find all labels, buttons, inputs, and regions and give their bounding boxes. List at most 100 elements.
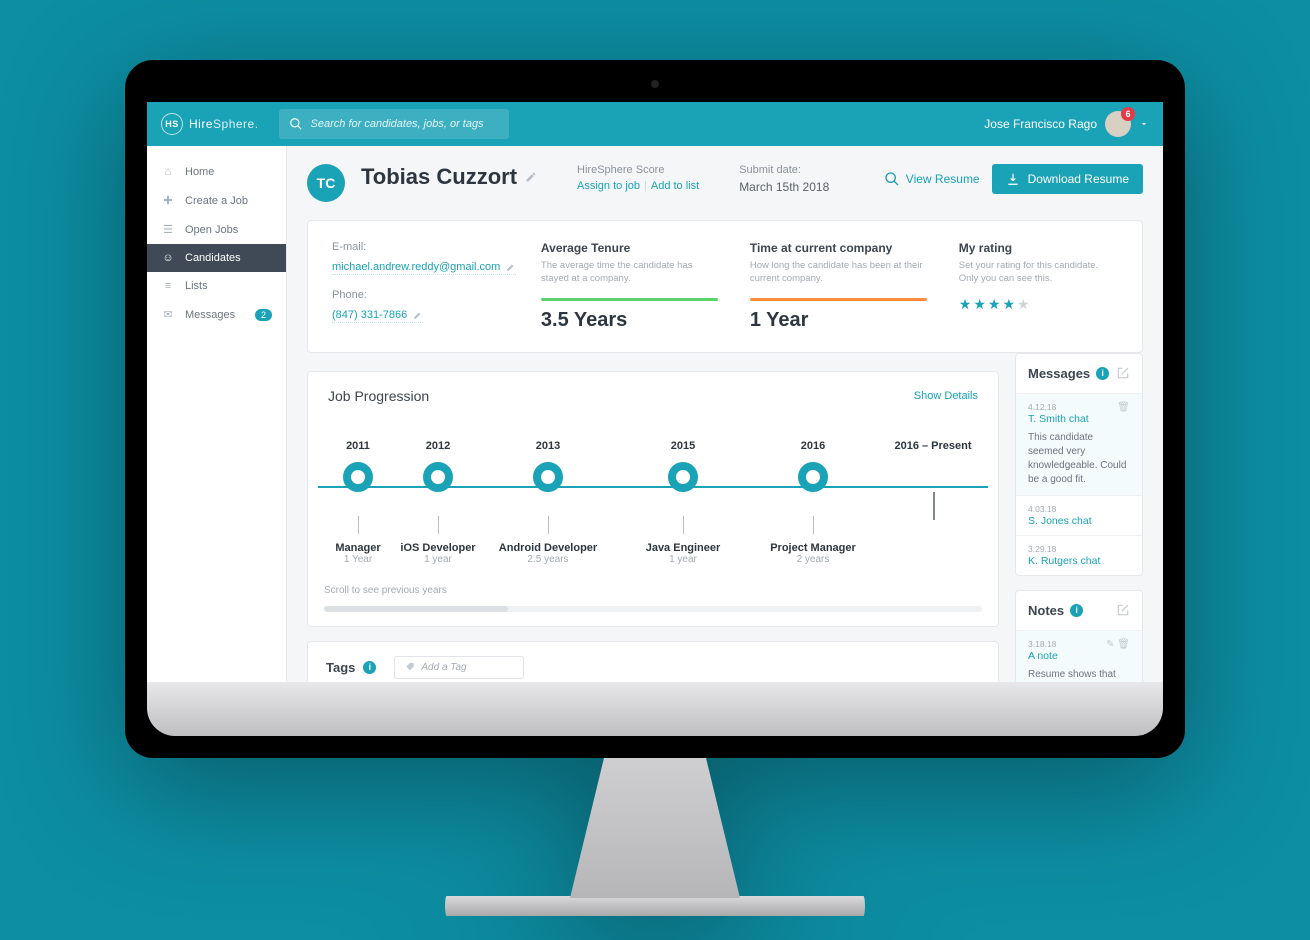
timeline-dot bbox=[668, 462, 698, 492]
show-details-link[interactable]: Show Details bbox=[914, 390, 978, 402]
avatar[interactable]: 6 bbox=[1105, 111, 1131, 137]
timeline-node[interactable]: 2016 Project Manager 2 years bbox=[748, 440, 878, 565]
timeline-scrollbar[interactable] bbox=[324, 606, 982, 612]
email-value[interactable]: michael.andrew.reddy@gmail.com bbox=[332, 261, 500, 273]
tag-icon bbox=[405, 662, 415, 672]
timeline-duration: 1 Year bbox=[318, 554, 398, 565]
user-name[interactable]: Jose Francisco Rago bbox=[984, 117, 1097, 131]
monitor-frame: HS HireSphere. Jose Francisco Rago 6 bbox=[125, 60, 1185, 916]
timeline-dot bbox=[533, 462, 563, 492]
chevron-down-icon[interactable] bbox=[1139, 119, 1149, 129]
person-icon: ☺ bbox=[161, 252, 175, 264]
timeline[interactable]: 2011 Manager 1 Year2012 iOS Developer 1 … bbox=[308, 420, 998, 575]
item-title: A note bbox=[1028, 650, 1130, 662]
sidebar-item-create-job[interactable]: ✚Create a Job bbox=[147, 186, 286, 215]
mail-icon: ✉ bbox=[161, 308, 175, 321]
compose-icon[interactable] bbox=[1116, 603, 1130, 617]
sidebar-item-label: Lists bbox=[185, 280, 208, 292]
sidebar-item-home[interactable]: ⌂ Home bbox=[147, 158, 286, 186]
timeline-year: 2011 bbox=[318, 440, 398, 452]
list-item[interactable]: 🗑4.12.18 T. Smith chat This candidate se… bbox=[1016, 393, 1142, 495]
sidebar-item-candidates[interactable]: ☺ Candidates bbox=[147, 244, 286, 272]
timeline-year: 2013 bbox=[478, 440, 618, 452]
main-content: TC Tobias Cuzzort HireSphere Score Assig… bbox=[287, 146, 1163, 682]
search-icon bbox=[289, 117, 303, 131]
candidate-name: Tobias Cuzzort bbox=[361, 164, 517, 190]
tenure-sub: The average time the candidate has staye… bbox=[541, 259, 718, 286]
sidebar-item-label: Home bbox=[185, 166, 214, 178]
timeline-role: Android Developer bbox=[478, 542, 618, 554]
file-icon: ☰ bbox=[161, 223, 175, 236]
item-body: This candidate seemed very knowledgeable… bbox=[1028, 431, 1130, 487]
info-icon[interactable]: i bbox=[363, 661, 376, 674]
submit-date-label: Submit date: bbox=[739, 164, 829, 176]
messages-count-badge: 2 bbox=[255, 309, 272, 321]
search-box[interactable] bbox=[279, 109, 509, 139]
star-icon[interactable]: ★ bbox=[1017, 296, 1030, 313]
star-icon[interactable]: ★ bbox=[1002, 296, 1015, 313]
current-bar bbox=[750, 298, 927, 301]
search-input[interactable] bbox=[311, 118, 499, 130]
sidebar-item-lists[interactable]: ≡ Lists bbox=[147, 272, 286, 300]
rating-title: My rating bbox=[959, 241, 1118, 255]
home-icon: ⌂ bbox=[161, 166, 175, 178]
star-icon[interactable]: ★ bbox=[988, 296, 1001, 313]
timeline-node[interactable]: 2013 Android Developer 2.5 years bbox=[478, 440, 618, 565]
edit-icon[interactable] bbox=[413, 310, 423, 320]
sidebar-item-label: Candidates bbox=[185, 252, 241, 264]
timeline-role: Java Engineer bbox=[618, 542, 748, 554]
timeline-node[interactable]: 2011 Manager 1 Year bbox=[318, 440, 398, 565]
add-to-list-link[interactable]: Add to list bbox=[651, 180, 699, 192]
tenure-value: 3.5 Years bbox=[541, 309, 718, 332]
star-icon[interactable]: ★ bbox=[959, 296, 972, 313]
info-icon[interactable]: i bbox=[1096, 367, 1109, 380]
item-date: 4.12.18 bbox=[1028, 402, 1130, 412]
rating-sub: Set your rating for this candidate. Only… bbox=[959, 259, 1118, 286]
list-item[interactable]: 3.29.18 K. Rutgers chat bbox=[1016, 535, 1142, 575]
sidebar-item-label: Messages bbox=[185, 309, 235, 321]
compose-icon[interactable] bbox=[1116, 366, 1130, 380]
scroll-hint: Scroll to see previous years bbox=[308, 575, 998, 606]
delete-icon[interactable]: 🗑 bbox=[1117, 402, 1130, 413]
candidate-initials: TC bbox=[307, 164, 345, 202]
timeline-node[interactable]: 2012 iOS Developer 1 year bbox=[398, 440, 478, 565]
list-item[interactable]: ✎ 🗑3.18.18 A note Resume shows that the … bbox=[1016, 630, 1142, 682]
timeline-year: 2012 bbox=[398, 440, 478, 452]
timeline-end-label: 2016 – Present bbox=[878, 440, 988, 452]
info-icon[interactable]: i bbox=[1070, 604, 1083, 617]
notes-panel: Notes i ✎ 🗑3.18.18 A note Resume shows t… bbox=[1015, 590, 1143, 682]
view-resume-link[interactable]: View Resume bbox=[884, 171, 980, 187]
assign-to-job-link[interactable]: Assign to job bbox=[577, 180, 640, 192]
edit-icon[interactable] bbox=[506, 262, 516, 272]
candidate-info-card: E-mail: michael.andrew.reddy@gmail.com P… bbox=[307, 220, 1143, 353]
logo[interactable]: HS HireSphere. bbox=[161, 113, 259, 135]
star-icon[interactable]: ★ bbox=[973, 296, 986, 313]
current-value: 1 Year bbox=[750, 309, 927, 332]
add-tag-input[interactable]: Add a Tag bbox=[394, 656, 524, 679]
current-sub: How long the candidate has been at their… bbox=[750, 259, 927, 286]
sidebar: ⌂ Home ✚Create a Job ☰ Open Jobs ☺ Candidat… bbox=[147, 146, 287, 682]
messages-title: Messages bbox=[1028, 366, 1090, 381]
app-screen: HS HireSphere. Jose Francisco Rago 6 bbox=[147, 102, 1163, 682]
tags-card: Tags i Add a Tag developerjavaandroidman… bbox=[307, 641, 999, 682]
sidebar-item-messages[interactable]: ✉ Messages 2 bbox=[147, 300, 286, 329]
brand-a: Hire bbox=[189, 117, 213, 131]
brand-b: Sphere. bbox=[213, 117, 259, 131]
list-icon: ≡ bbox=[161, 280, 175, 292]
sidebar-item-open-jobs[interactable]: ☰ Open Jobs bbox=[147, 215, 286, 244]
rating-stars[interactable]: ★★★★★ bbox=[959, 296, 1118, 313]
candidate-header: TC Tobias Cuzzort HireSphere Score Assig… bbox=[307, 164, 1143, 202]
item-title: K. Rutgers chat bbox=[1028, 555, 1130, 567]
edit-icon[interactable] bbox=[525, 171, 537, 183]
item-title: T. Smith chat bbox=[1028, 413, 1130, 425]
download-resume-button[interactable]: Download Resume bbox=[992, 164, 1143, 194]
timeline-node[interactable]: 2015 Java Engineer 1 year bbox=[618, 440, 748, 565]
item-actions[interactable]: ✎ 🗑 bbox=[1106, 639, 1130, 650]
timeline-end: 2016 – Present bbox=[878, 440, 988, 565]
tenure-title: Average Tenure bbox=[541, 241, 718, 255]
phone-value[interactable]: (847) 331-7866 bbox=[332, 309, 407, 321]
list-item[interactable]: 4.03.18 S. Jones chat bbox=[1016, 495, 1142, 535]
current-title: Time at current company bbox=[750, 241, 927, 255]
sidebar-item-label: Open Jobs bbox=[185, 224, 238, 236]
timeline-role: Project Manager bbox=[748, 542, 878, 554]
